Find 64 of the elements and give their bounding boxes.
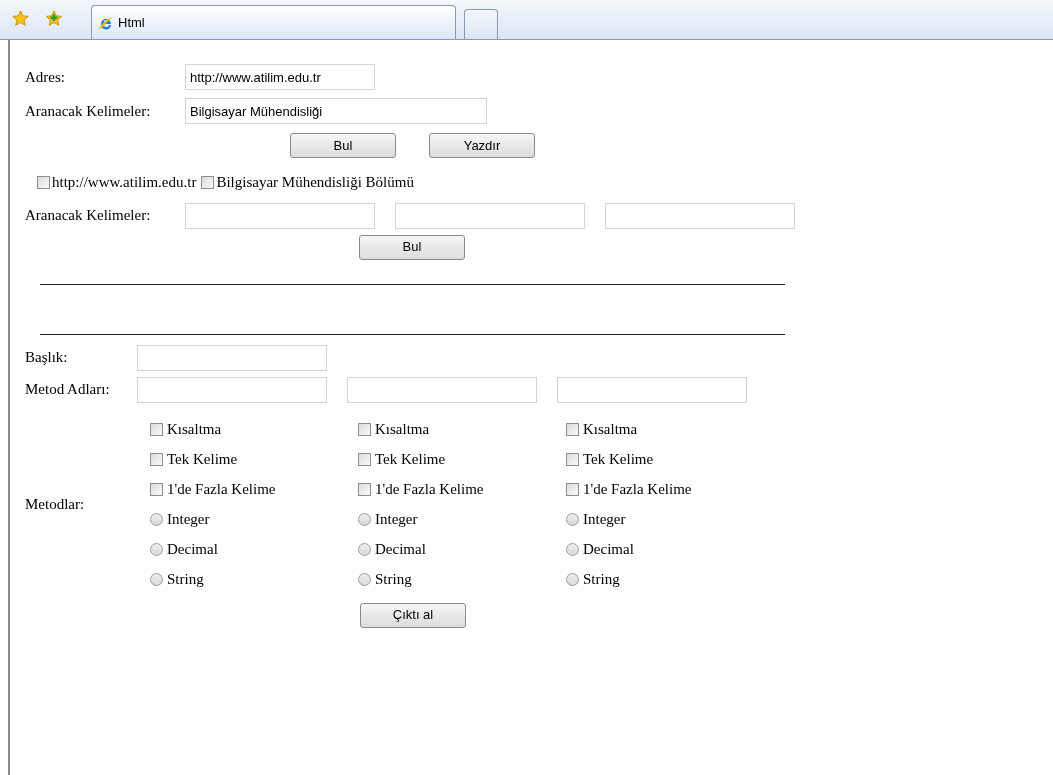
action-button[interactable]: Yazdır <box>429 133 535 158</box>
field-label: Başlık: <box>25 348 69 368</box>
radio-button[interactable] <box>358 543 371 556</box>
radio-button[interactable] <box>358 573 371 586</box>
field-label: Aranacak Kelimeler: <box>25 206 152 226</box>
radio-button[interactable] <box>150 513 163 526</box>
option-label: Tek Kelime <box>583 450 654 470</box>
radio-button[interactable] <box>150 573 163 586</box>
option-label: Kısaltma <box>375 420 430 440</box>
browser-tab[interactable]: Html <box>91 5 456 39</box>
text-field[interactable] <box>137 376 327 403</box>
option-label: String <box>583 570 620 590</box>
text-field[interactable] <box>395 202 585 229</box>
text-field[interactable] <box>557 376 747 403</box>
text-field[interactable] <box>137 344 327 371</box>
option-label: Decimal <box>375 540 426 560</box>
option-label: Integer <box>375 510 418 530</box>
field-label: Aranacak Kelimeler: <box>25 101 152 121</box>
option-label: 1'de Fazla Kelime <box>583 480 692 500</box>
option-label: Decimal <box>167 540 218 560</box>
search-button[interactable]: Bul <box>359 234 465 260</box>
radio-button[interactable] <box>566 513 579 526</box>
field-label: Metod Adları: <box>25 380 111 400</box>
radio-button[interactable] <box>566 543 579 556</box>
option-label: Tek Kelime <box>375 450 446 470</box>
checkbox[interactable] <box>566 453 579 466</box>
option-label: Tek Kelime <box>167 450 238 470</box>
text-field[interactable]: http://www.atilim.edu.tr <box>185 64 375 90</box>
option-label: Decimal <box>583 540 634 560</box>
option-label: Integer <box>583 510 626 530</box>
option-label: 1'de Fazla Kelime <box>375 480 484 500</box>
option-label: 1'de Fazla Kelime <box>167 480 276 500</box>
radio-button[interactable] <box>358 513 371 526</box>
checkbox[interactable] <box>150 453 163 466</box>
field-label: Metodlar: <box>25 495 86 515</box>
text-field[interactable] <box>185 202 375 229</box>
star-plus-icon[interactable] <box>45 10 63 27</box>
tab-title: Html <box>118 13 145 32</box>
checkbox[interactable] <box>358 453 371 466</box>
action-button[interactable]: Bul <box>290 133 396 158</box>
text-field[interactable] <box>605 202 795 229</box>
checkbox-label: http://www.atilim.edu.tr <box>52 173 197 192</box>
checkbox[interactable] <box>566 423 579 436</box>
option-label: String <box>375 570 412 590</box>
checkbox[interactable] <box>150 423 163 436</box>
checkbox[interactable] <box>358 483 371 496</box>
text-field[interactable] <box>347 376 537 403</box>
text-field[interactable]: Bilgisayar Mühendisliği <box>185 98 487 124</box>
option-label: Integer <box>167 510 210 530</box>
checkbox[interactable] <box>150 483 163 496</box>
checkbox[interactable] <box>201 175 215 189</box>
radio-button[interactable] <box>566 573 579 586</box>
checkbox[interactable] <box>37 175 50 189</box>
radio-button[interactable] <box>150 543 163 556</box>
field-label: Adres: <box>25 67 66 87</box>
option-label: String <box>167 570 204 590</box>
option-label: Kısaltma <box>167 420 222 440</box>
option-label: Kısaltma <box>583 420 638 440</box>
new-tab-button[interactable] <box>464 9 498 39</box>
checkbox-label: Bilgisayar Mühendisliği Bölümü <box>216 173 414 192</box>
output-button[interactable]: Çıktı al <box>360 602 466 628</box>
checkbox[interactable] <box>566 483 579 496</box>
star-icon[interactable] <box>12 10 29 27</box>
checkbox[interactable] <box>358 423 371 436</box>
